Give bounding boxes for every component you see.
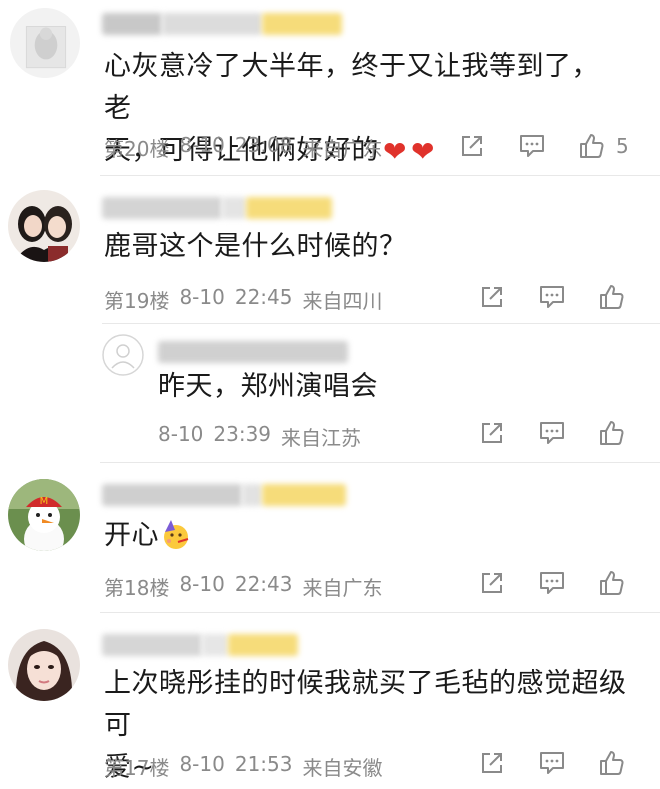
default-avatar-icon bbox=[102, 334, 144, 376]
comment-date: 8-10 bbox=[179, 752, 225, 776]
share-button[interactable] bbox=[458, 132, 486, 160]
like-button[interactable] bbox=[598, 419, 626, 447]
comment-date: 8-10 bbox=[179, 133, 225, 157]
reply-button[interactable] bbox=[518, 132, 546, 160]
heart-icon: ❤ bbox=[410, 135, 435, 168]
comment-time: 21:53 bbox=[234, 752, 293, 776]
comment-meta: 第19楼 8-10 22:45 来自四川 bbox=[104, 285, 382, 314]
avatar-image bbox=[8, 629, 80, 701]
share-button[interactable] bbox=[478, 749, 506, 777]
comment-time: 22:45 bbox=[234, 285, 293, 309]
avatar-image: M bbox=[8, 479, 80, 551]
comment-date: 8-10 bbox=[158, 422, 204, 446]
like-button[interactable] bbox=[598, 749, 626, 777]
share-icon bbox=[482, 423, 502, 443]
reply-text: 昨天，郑州演唱会 bbox=[158, 371, 378, 402]
comment-floor-20: 心灰意冷了大半年，终于又让我等到了，老 天，可得让他俩好好的 ❤ ❤ 第20楼 8-… bbox=[0, 0, 660, 175]
share-icon bbox=[462, 136, 482, 156]
comment-icon bbox=[540, 752, 564, 774]
reply-button[interactable] bbox=[538, 419, 566, 447]
thumbs-up-icon bbox=[600, 751, 624, 775]
share-icon bbox=[482, 287, 502, 307]
comment-time: 23:39 bbox=[213, 422, 272, 446]
avatar-image bbox=[10, 8, 80, 78]
reply-actions bbox=[478, 418, 626, 448]
thumbs-up-icon bbox=[600, 571, 624, 595]
username-blurred[interactable] bbox=[102, 633, 298, 657]
like-button[interactable] bbox=[598, 283, 626, 311]
comment-location: 来自安徽 bbox=[302, 756, 383, 780]
like-button[interactable]: 5 bbox=[578, 132, 629, 160]
thumbs-up-icon bbox=[600, 285, 624, 309]
comment-actions bbox=[478, 568, 626, 598]
username-blurred[interactable] bbox=[102, 483, 346, 507]
comment-icon bbox=[520, 135, 544, 157]
avatar[interactable] bbox=[8, 629, 80, 701]
reply-button[interactable] bbox=[538, 569, 566, 597]
reply-button[interactable] bbox=[538, 749, 566, 777]
avatar[interactable]: M bbox=[8, 479, 80, 551]
comment-location: 来自广东 bbox=[302, 576, 383, 600]
comment-date: 8-10 bbox=[179, 285, 225, 309]
avatar[interactable] bbox=[102, 334, 144, 376]
floor-number: 第19楼 bbox=[104, 289, 170, 313]
comment-floor-19: 鹿哥这个是什么时候的？ 第19楼 8-10 22:45 来自四川 昨天，郑州演唱… bbox=[0, 176, 660, 461]
share-button[interactable] bbox=[478, 419, 506, 447]
avatar[interactable] bbox=[8, 190, 80, 262]
comment-icon bbox=[540, 286, 564, 308]
reply-meta: 8-10 23:39 来自江苏 bbox=[158, 422, 361, 451]
thumbs-up-icon bbox=[600, 421, 624, 445]
comment-location: 来自江苏 bbox=[281, 426, 362, 450]
comment-time: 22:43 bbox=[234, 572, 293, 596]
floor-number: 第17楼 bbox=[104, 756, 170, 780]
comment-meta: 第18楼 8-10 22:43 来自广东 bbox=[104, 572, 382, 601]
reply-divider bbox=[102, 323, 660, 324]
comment-location: 来自广东 bbox=[302, 137, 383, 161]
like-count: 5 bbox=[616, 134, 629, 158]
share-button[interactable] bbox=[478, 283, 506, 311]
thumbs-up-icon bbox=[580, 134, 604, 158]
comment-icon bbox=[540, 422, 564, 444]
comment-actions bbox=[478, 282, 626, 312]
floor-number: 第18楼 bbox=[104, 576, 170, 600]
nested-reply: 昨天，郑州演唱会 8-10 23:39 来自江苏 bbox=[0, 326, 660, 456]
party-face-icon bbox=[164, 520, 189, 549]
svg-text:M: M bbox=[40, 496, 49, 507]
avatar[interactable] bbox=[10, 8, 80, 78]
comment-floor-18: M 开心 第18楼 8-10 22:43 来自广东 bbox=[0, 463, 660, 611]
comment-floor-17: 上次晓彤挂的时候我就买了毛毡的感觉超级可 爱~ 第17楼 8-10 21:53 … bbox=[0, 613, 660, 783]
comment-text: 开心 bbox=[104, 515, 624, 557]
heart-icon: ❤ bbox=[383, 135, 407, 168]
share-button[interactable] bbox=[478, 569, 506, 597]
comment-text: 鹿哥这个是什么时候的？ bbox=[104, 231, 407, 262]
username-blurred[interactable] bbox=[158, 340, 348, 364]
comment-time: 23:08 bbox=[234, 133, 293, 157]
comment-meta: 第20楼 8-10 23:08 来自广东 bbox=[104, 133, 382, 162]
comment-icon bbox=[540, 572, 564, 594]
like-button[interactable] bbox=[598, 569, 626, 597]
share-icon bbox=[482, 753, 502, 773]
comment-date: 8-10 bbox=[179, 572, 225, 596]
comment-actions: 5 bbox=[458, 131, 629, 161]
avatar-image bbox=[8, 190, 80, 262]
username-blurred[interactable] bbox=[102, 12, 342, 36]
floor-number: 第20楼 bbox=[104, 137, 170, 161]
comment-location: 来自四川 bbox=[302, 289, 383, 313]
reply-button[interactable] bbox=[538, 283, 566, 311]
comment-meta: 第17楼 8-10 21:53 来自安徽 bbox=[104, 752, 382, 781]
comment-actions bbox=[478, 748, 626, 778]
username-blurred[interactable] bbox=[102, 196, 332, 220]
share-icon bbox=[482, 573, 502, 593]
